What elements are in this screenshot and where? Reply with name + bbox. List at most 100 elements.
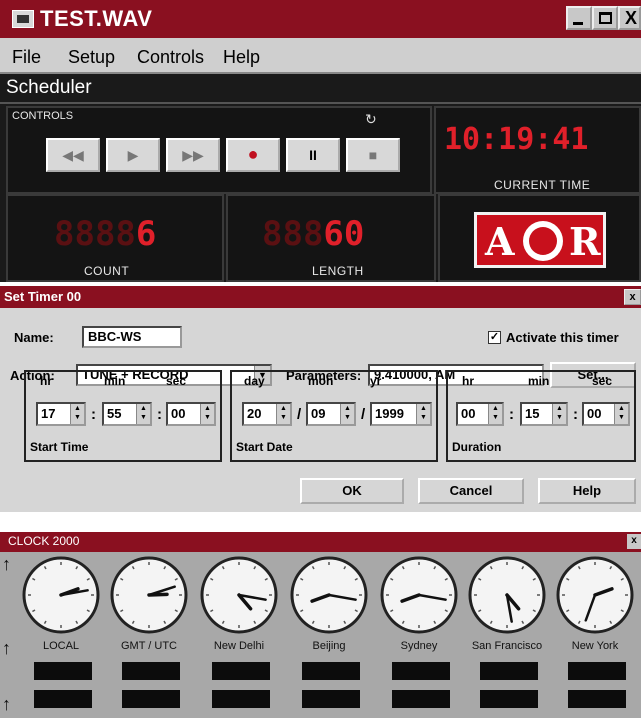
app-icon[interactable] [12, 10, 34, 28]
time-separator: : [509, 406, 514, 423]
duration-hr-value: 00 [461, 406, 476, 421]
start-min-spinner[interactable]: 55 ▲ ▼ [102, 402, 152, 426]
dialog-close-button[interactable]: x [624, 289, 641, 305]
arrow-up-icon[interactable]: ↑ [2, 554, 11, 575]
maximize-button[interactable] [592, 6, 618, 30]
loop-icon[interactable]: ↻ [365, 111, 377, 128]
spinner-arrows-icon[interactable]: ▲ ▼ [488, 404, 502, 424]
forward-icon: ▶▶ [182, 147, 204, 163]
clock-city-label: New Delhi [213, 640, 265, 652]
menu-setup[interactable]: Setup [68, 47, 115, 68]
minimize-button[interactable] [566, 6, 592, 30]
maximize-icon [599, 12, 612, 24]
date-separator: / [361, 406, 366, 423]
start-sec-spinner[interactable]: 00 ▲ ▼ [166, 402, 216, 426]
duration-min-label: min [528, 374, 550, 388]
count-display: 88886 [54, 214, 156, 254]
logo-circle [523, 221, 563, 261]
rewind-button[interactable]: ◀◀ [46, 138, 100, 172]
clock-digital-display [392, 662, 450, 680]
duration-sec-spinner[interactable]: 00 ▲ ▼ [582, 402, 630, 426]
arrow-up-icon[interactable]: ↑ [2, 694, 11, 715]
start-min-value: 55 [107, 406, 122, 421]
clock-title-bar[interactable]: CLOCK 2000 x [0, 532, 641, 552]
start-min-label: min [104, 374, 126, 388]
clock-face-icon [290, 556, 368, 634]
length-unlit-segments: 888 [262, 214, 324, 254]
name-field[interactable]: BBC-WS [82, 326, 182, 348]
clock-city-label: San Francisco [471, 640, 543, 652]
record-button[interactable]: ● [226, 138, 280, 172]
stop-button[interactable]: ■ [346, 138, 400, 172]
activate-checkbox[interactable]: ✓ [488, 331, 501, 344]
clock-digital-display [302, 662, 360, 680]
start-sec-label: sec [166, 374, 187, 388]
title-bar[interactable]: TEST.WAV X [0, 0, 641, 38]
length-label: LENGTH [312, 264, 364, 278]
spinner-arrows-icon[interactable]: ▲ ▼ [200, 404, 214, 424]
count-unlit-segments: 8888 [54, 214, 136, 254]
clock-digital-display [212, 662, 270, 680]
clock-window: CLOCK 2000 x ↑ ↑ ↑ LOCAL GMT / UTC New Del… [0, 532, 641, 718]
arrow-up-icon[interactable]: ↑ [2, 638, 11, 659]
spinner-arrows-icon[interactable]: ▲ ▼ [552, 404, 566, 424]
start-yr-spinner[interactable]: 1999 ▲ ▼ [370, 402, 432, 426]
time-separator: : [157, 406, 162, 423]
start-hr-spinner[interactable]: 17 ▲ ▼ [36, 402, 86, 426]
help-button[interactable]: Help [538, 478, 636, 504]
duration-min-spinner[interactable]: 15 ▲ ▼ [520, 402, 568, 426]
set-timer-dialog: Set Timer 00 x Name: BBC-WS ✓ Activate t… [0, 286, 641, 512]
play-button[interactable]: ▶ [106, 138, 160, 172]
aor-logo: A R [474, 212, 606, 268]
spinner-arrows-icon[interactable]: ▲ ▼ [416, 404, 430, 424]
current-time-panel: 10:19:41 CURRENT TIME [434, 106, 641, 194]
time-separator: : [573, 406, 578, 423]
start-hr-value: 17 [41, 406, 56, 421]
start-day-spinner[interactable]: 20 ▲ ▼ [242, 402, 292, 426]
current-time-display: 10:19:41 [444, 122, 589, 157]
spinner-arrows-icon[interactable]: ▲ ▼ [340, 404, 354, 424]
duration-hr-spinner[interactable]: 00 ▲ ▼ [456, 402, 504, 426]
spinner-arrows-icon[interactable]: ▲ ▼ [276, 404, 290, 424]
world-clock: Sydney [376, 554, 462, 718]
ok-button[interactable]: OK [300, 478, 404, 504]
pause-button[interactable]: II [286, 138, 340, 172]
spinner-arrows-icon[interactable]: ▲ ▼ [136, 404, 150, 424]
clock-city-label: New York [571, 640, 619, 652]
record-icon: ● [247, 144, 259, 164]
close-button[interactable]: X [618, 6, 641, 30]
start-day-label: day [244, 374, 265, 388]
start-hr-label: hr [40, 374, 52, 388]
clock-face-icon [110, 556, 188, 634]
dialog-title-bar[interactable]: Set Timer 00 x [0, 286, 641, 308]
start-mon-spinner[interactable]: 09 ▲ ▼ [306, 402, 356, 426]
spinner-arrows-icon[interactable]: ▲ ▼ [70, 404, 84, 424]
cancel-button[interactable]: Cancel [418, 478, 524, 504]
menu-controls[interactable]: Controls [137, 47, 204, 68]
clock-face-icon [556, 556, 634, 634]
clock-close-button[interactable]: x [627, 534, 641, 549]
activate-label[interactable]: Activate this timer [506, 330, 619, 345]
fast-forward-button[interactable]: ▶▶ [166, 138, 220, 172]
clock-digital-display [480, 690, 538, 708]
start-sec-value: 00 [171, 406, 186, 421]
spinner-arrows-icon[interactable]: ▲ ▼ [614, 404, 628, 424]
scheduler-bar[interactable]: Scheduler [0, 74, 641, 104]
clock-digital-display [480, 662, 538, 680]
close-icon: X [625, 8, 638, 28]
count-value: 6 [135, 214, 157, 254]
world-clock: Beijing [286, 554, 372, 718]
duration-sec-label: sec [592, 374, 613, 388]
menu-help[interactable]: Help [223, 47, 260, 68]
world-clock: New Delhi [196, 554, 282, 718]
pause-icon: II [309, 147, 317, 163]
duration-hr-label: hr [462, 374, 474, 388]
menu-file[interactable]: File [12, 47, 41, 68]
world-clock: New York [552, 554, 638, 718]
start-mon-value: 09 [311, 406, 326, 421]
world-clock: GMT / UTC [106, 554, 192, 718]
clock-city-label: LOCAL [42, 640, 80, 652]
clock-city-label: Sydney [400, 640, 438, 652]
clock-digital-display [568, 662, 626, 680]
start-time-caption: Start Time [30, 440, 89, 454]
